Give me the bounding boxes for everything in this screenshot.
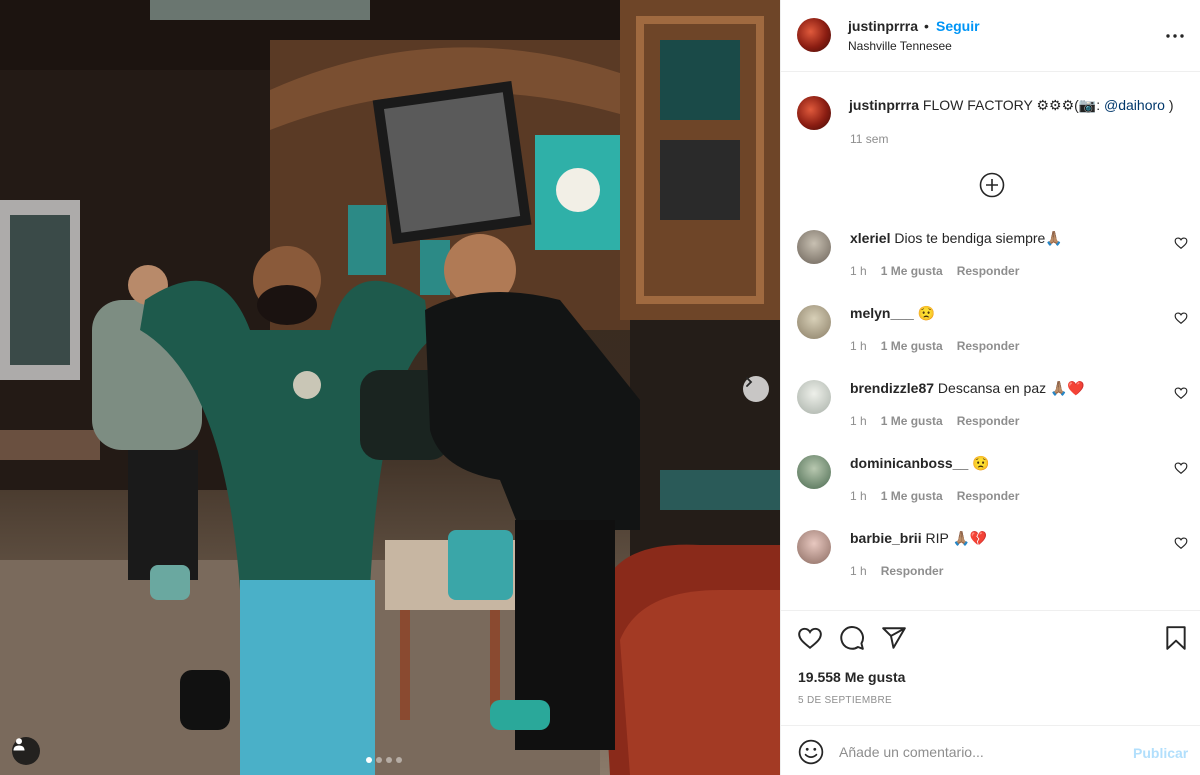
post-location[interactable]: Nashville Tennesee: [848, 39, 952, 53]
caption-body: FLOW FACTORY ⚙⚙⚙(📷:: [919, 97, 1105, 113]
chevron-right-icon: [746, 377, 753, 387]
comment-body: Dios te bendiga siempre🙏🏽: [890, 230, 1063, 246]
caption-mention-link[interactable]: @daihoro: [1104, 97, 1165, 113]
comment-text: barbie_brii RIP 🙏🏽💔: [850, 530, 987, 547]
post-date[interactable]: 5 DE SEPTIEMBRE: [798, 695, 892, 706]
comment-input[interactable]: [839, 738, 1119, 766]
comment-username[interactable]: xleriel: [850, 230, 890, 246]
comment-meta: 1 h 1 Me gusta Responder: [850, 489, 1019, 503]
heart-icon[interactable]: [1174, 311, 1188, 325]
bookmark-icon[interactable]: [1163, 625, 1189, 651]
comment-like-count[interactable]: 1 Me gusta: [881, 264, 943, 278]
comment-item: barbie_brii RIP 🙏🏽💔 1 h Responder: [781, 530, 1200, 602]
post-sidebar: justinprrra • Seguir Nashville Tennesee …: [780, 0, 1200, 775]
comment-body: RIP 🙏🏽💔: [921, 530, 988, 546]
post-actions: 19.558 Me gusta 5 DE SEPTIEMBRE: [781, 610, 1200, 725]
send-icon[interactable]: [881, 625, 907, 651]
comment-meta: 1 h 1 Me gusta Responder: [850, 264, 1019, 278]
carousel-dot: [386, 757, 392, 763]
comment-body: Descansa en paz 🙏🏽❤️: [934, 380, 1085, 396]
comment-reply-button[interactable]: Responder: [957, 264, 1020, 278]
heart-icon[interactable]: [1174, 236, 1188, 250]
more-horizontal-icon[interactable]: [1163, 24, 1187, 48]
comment-meta: 1 h Responder: [850, 564, 943, 578]
tagged-users-button[interactable]: [12, 737, 40, 765]
comment-like-count[interactable]: 1 Me gusta: [881, 414, 943, 428]
carousel-dot: [376, 757, 382, 763]
comment-username[interactable]: melyn___: [850, 305, 914, 321]
avatar[interactable]: [797, 18, 831, 52]
likes-count[interactable]: 19.558 Me gusta: [798, 669, 905, 685]
comment-avatar[interactable]: [797, 230, 831, 264]
caption-text: justinprrra FLOW FACTORY ⚙⚙⚙(📷: @daihoro…: [849, 97, 1174, 114]
comment-time: 1 h: [850, 414, 867, 428]
comment-avatar[interactable]: [797, 380, 831, 414]
comment-time: 1 h: [850, 489, 867, 503]
comment-body: 😟: [968, 455, 990, 471]
comment-icon[interactable]: [839, 625, 865, 651]
comment-meta: 1 h 1 Me gusta Responder: [850, 339, 1019, 353]
heart-icon[interactable]: [1174, 461, 1188, 475]
comment-text: brendizzle87 Descansa en paz 🙏🏽❤️: [850, 380, 1085, 397]
caption-timestamp: 11 sem: [850, 132, 889, 146]
comment-text: xleriel Dios te bendiga siempre🙏🏽: [850, 230, 1063, 247]
add-comment-bar: Publicar: [781, 725, 1200, 775]
follow-button[interactable]: Seguir: [936, 18, 980, 34]
user-icon: [13, 738, 25, 751]
carousel-indicator: [366, 757, 402, 763]
heart-icon[interactable]: [1174, 386, 1188, 400]
separator-dot: •: [924, 18, 929, 34]
comment-item: brendizzle87 Descansa en paz 🙏🏽❤️ 1 h 1 …: [781, 380, 1200, 452]
comment-body: 😟: [913, 305, 936, 321]
comment-item: melyn___ 😟 1 h 1 Me gusta Responder: [781, 305, 1200, 377]
comment-reply-button[interactable]: Responder: [957, 414, 1020, 428]
heart-icon[interactable]: [797, 625, 823, 651]
photo-scene: [0, 0, 780, 775]
comment-avatar[interactable]: [797, 455, 831, 489]
caption-username[interactable]: justinprrra: [849, 97, 919, 113]
comment-reply-button[interactable]: Responder: [957, 489, 1020, 503]
comment-meta: 1 h 1 Me gusta Responder: [850, 414, 1019, 428]
carousel-dot: [366, 757, 372, 763]
comment-time: 1 h: [850, 264, 867, 278]
comment-reply-button[interactable]: Responder: [957, 339, 1020, 353]
comment-item: xleriel Dios te bendiga siempre🙏🏽 1 h 1 …: [781, 230, 1200, 302]
comment-text: melyn___ 😟: [850, 305, 935, 322]
publish-button[interactable]: Publicar: [1133, 745, 1188, 761]
comment-like-count[interactable]: 1 Me gusta: [881, 339, 943, 353]
comment-avatar[interactable]: [797, 305, 831, 339]
post-header: justinprrra • Seguir Nashville Tennesee: [781, 0, 1200, 72]
comment-time: 1 h: [850, 339, 867, 353]
avatar[interactable]: [797, 96, 831, 130]
comment-username[interactable]: dominicanboss__: [850, 455, 968, 471]
post-author-username[interactable]: justinprrra: [848, 18, 918, 34]
caption-body-end: ): [1164, 97, 1174, 113]
heart-icon[interactable]: [1174, 536, 1188, 550]
comment-text: dominicanboss__ 😟: [850, 455, 990, 472]
plus-circle-icon[interactable]: [979, 172, 1005, 198]
comment-like-count[interactable]: 1 Me gusta: [881, 489, 943, 503]
comment-item: dominicanboss__ 😟 1 h 1 Me gusta Respond…: [781, 455, 1200, 527]
comment-username[interactable]: brendizzle87: [850, 380, 934, 396]
comment-username[interactable]: barbie_brii: [850, 530, 922, 546]
comment-time: 1 h: [850, 564, 867, 578]
post-photo[interactable]: [0, 0, 780, 775]
comment-reply-button[interactable]: Responder: [881, 564, 944, 578]
next-slide-button[interactable]: [743, 376, 769, 402]
comment-avatar[interactable]: [797, 530, 831, 564]
carousel-dot: [396, 757, 402, 763]
emoji-icon[interactable]: [798, 739, 824, 765]
